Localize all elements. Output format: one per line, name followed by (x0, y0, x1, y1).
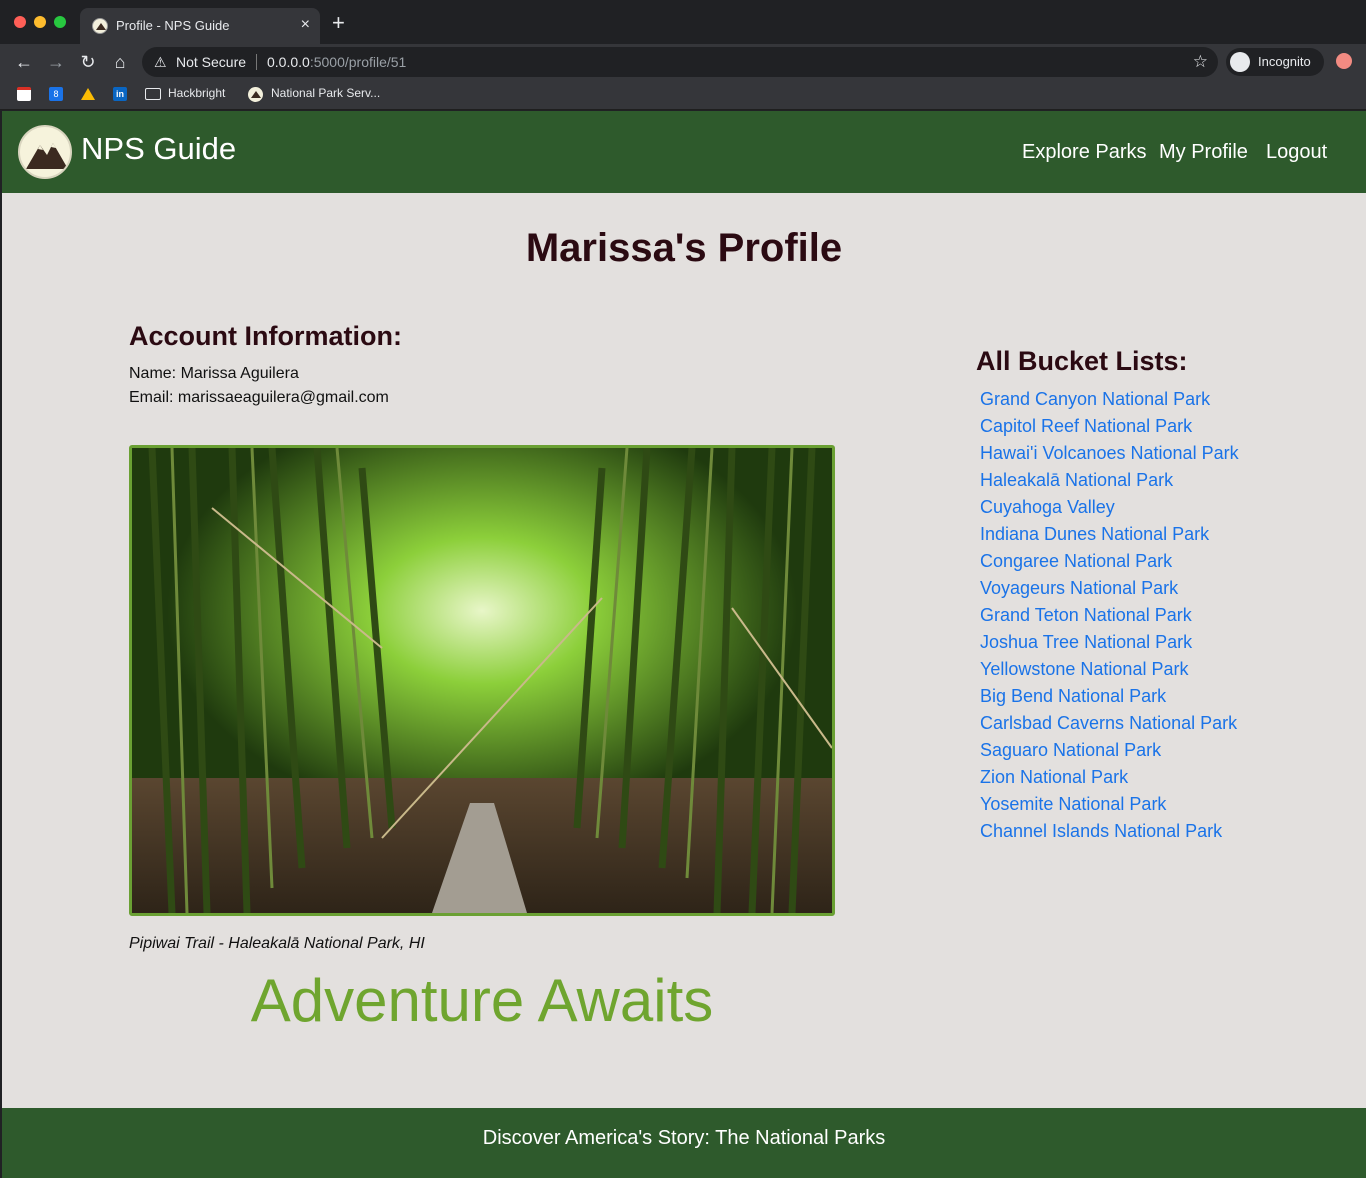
nps-favicon-icon (92, 18, 108, 34)
page-title: Marissa's Profile (525, 226, 843, 270)
new-tab-button[interactable]: + (332, 12, 345, 34)
bucket-list: Grand Canyon National Park Capitol Reef … (980, 388, 1239, 847)
url-host: 0.0.0.0 (267, 54, 310, 70)
gmail-icon[interactable] (17, 87, 31, 101)
bucket-list-link[interactable]: Zion National Park (980, 766, 1239, 793)
bookmark-hackbright[interactable]: Hackbright (168, 86, 225, 100)
bucket-list-link[interactable]: Grand Canyon National Park (980, 388, 1239, 415)
address-bar[interactable]: ⚠ Not Secure 0.0.0.0:5000/profile/51 ☆ (142, 47, 1218, 77)
security-status[interactable]: Not Secure (176, 54, 246, 70)
site-navbar: NPS Guide Explore Parks My Profile Logou… (2, 111, 1366, 193)
linkedin-icon[interactable]: in (113, 87, 127, 101)
close-window-icon[interactable] (14, 16, 26, 28)
maximize-window-icon[interactable] (54, 16, 66, 28)
bucket-list-link[interactable]: Yosemite National Park (980, 793, 1239, 820)
bucket-list-link[interactable]: Capitol Reef National Park (980, 415, 1239, 442)
web-page: NPS Guide Explore Parks My Profile Logou… (2, 111, 1366, 1178)
bucket-list-link[interactable]: Big Bend National Park (980, 685, 1239, 712)
back-arrow-icon[interactable]: ← (12, 50, 36, 74)
forward-arrow-icon[interactable]: → (44, 50, 68, 74)
url-path: :5000/profile/51 (309, 54, 407, 70)
brand-title[interactable]: NPS Guide (81, 131, 236, 167)
bucket-list-link[interactable]: Channel Islands National Park (980, 820, 1239, 847)
photo-caption: Pipiwai Trail - Haleakalā National Park,… (129, 935, 425, 952)
calendar-icon[interactable]: 8 (49, 87, 63, 101)
incognito-icon (1230, 52, 1250, 72)
nav-explore-parks[interactable]: Explore Parks (1022, 141, 1147, 164)
tagline: Adventure Awaits (250, 967, 714, 1034)
bucket-list-link[interactable]: Yellowstone National Park (980, 658, 1239, 685)
nps-favicon-icon[interactable] (248, 87, 263, 102)
bucket-list-link[interactable]: Haleakalā National Park (980, 469, 1239, 496)
incognito-indicator[interactable]: Incognito (1226, 48, 1324, 76)
bucket-list-link[interactable]: Carlsbad Caverns National Park (980, 712, 1239, 739)
tab-profile[interactable]: Profile - NPS Guide × (80, 8, 320, 44)
folder-icon[interactable] (145, 88, 161, 100)
bucket-list-link[interactable]: Congaree National Park (980, 550, 1239, 577)
tab-strip: Profile - NPS Guide × + (0, 0, 1366, 44)
tab-title: Profile - NPS Guide (116, 18, 230, 33)
nav-my-profile[interactable]: My Profile (1159, 141, 1248, 164)
tab-close-icon[interactable]: × (301, 16, 310, 34)
bucket-list-link[interactable]: Joshua Tree National Park (980, 631, 1239, 658)
bucket-list-link[interactable]: Cuyahoga Valley (980, 496, 1239, 523)
incognito-label: Incognito (1258, 54, 1311, 69)
account-name: Name: Marissa Aguilera (129, 365, 299, 382)
bucket-list-link[interactable]: Saguaro National Park (980, 739, 1239, 766)
bookmark-national-park-service[interactable]: National Park Serv... (271, 86, 380, 100)
site-footer: Discover America's Story: The National P… (2, 1108, 1366, 1178)
bookmark-star-icon[interactable]: ☆ (1193, 52, 1208, 72)
drive-icon[interactable] (81, 87, 95, 101)
home-icon[interactable]: ⌂ (108, 50, 132, 74)
warning-icon[interactable]: ⚠ (154, 54, 167, 71)
browser-window: Profile - NPS Guide × + ← → ↻ ⌂ ⚠ Not Se… (0, 0, 1366, 1178)
minimize-window-icon[interactable] (34, 16, 46, 28)
footer-text: Discover America's Story: The National P… (482, 1127, 886, 1149)
bamboo-forest-photo (129, 445, 835, 916)
address-separator (256, 54, 257, 70)
bookmarks-bar: 8 in Hackbright National Park Serv... (0, 80, 1366, 110)
bucket-lists-heading: All Bucket Lists: (976, 346, 1188, 376)
reload-icon[interactable]: ↻ (76, 50, 100, 74)
bucket-list-link[interactable]: Voyageurs National Park (980, 577, 1239, 604)
bucket-list-link[interactable]: Hawai'i Volcanoes National Park (980, 442, 1239, 469)
nps-logo-icon[interactable] (18, 125, 72, 179)
account-email: Email: marissaeaguilera@gmail.com (129, 389, 389, 406)
nav-logout[interactable]: Logout (1266, 141, 1327, 164)
extension-icon[interactable] (1336, 53, 1352, 69)
bucket-list-link[interactable]: Grand Teton National Park (980, 604, 1239, 631)
browser-toolbar: ← → ↻ ⌂ ⚠ Not Secure 0.0.0.0:5000/profil… (0, 44, 1366, 80)
bucket-list-link[interactable]: Indiana Dunes National Park (980, 523, 1239, 550)
url-text[interactable]: 0.0.0.0:5000/profile/51 (267, 54, 406, 70)
account-heading: Account Information: (129, 321, 402, 351)
